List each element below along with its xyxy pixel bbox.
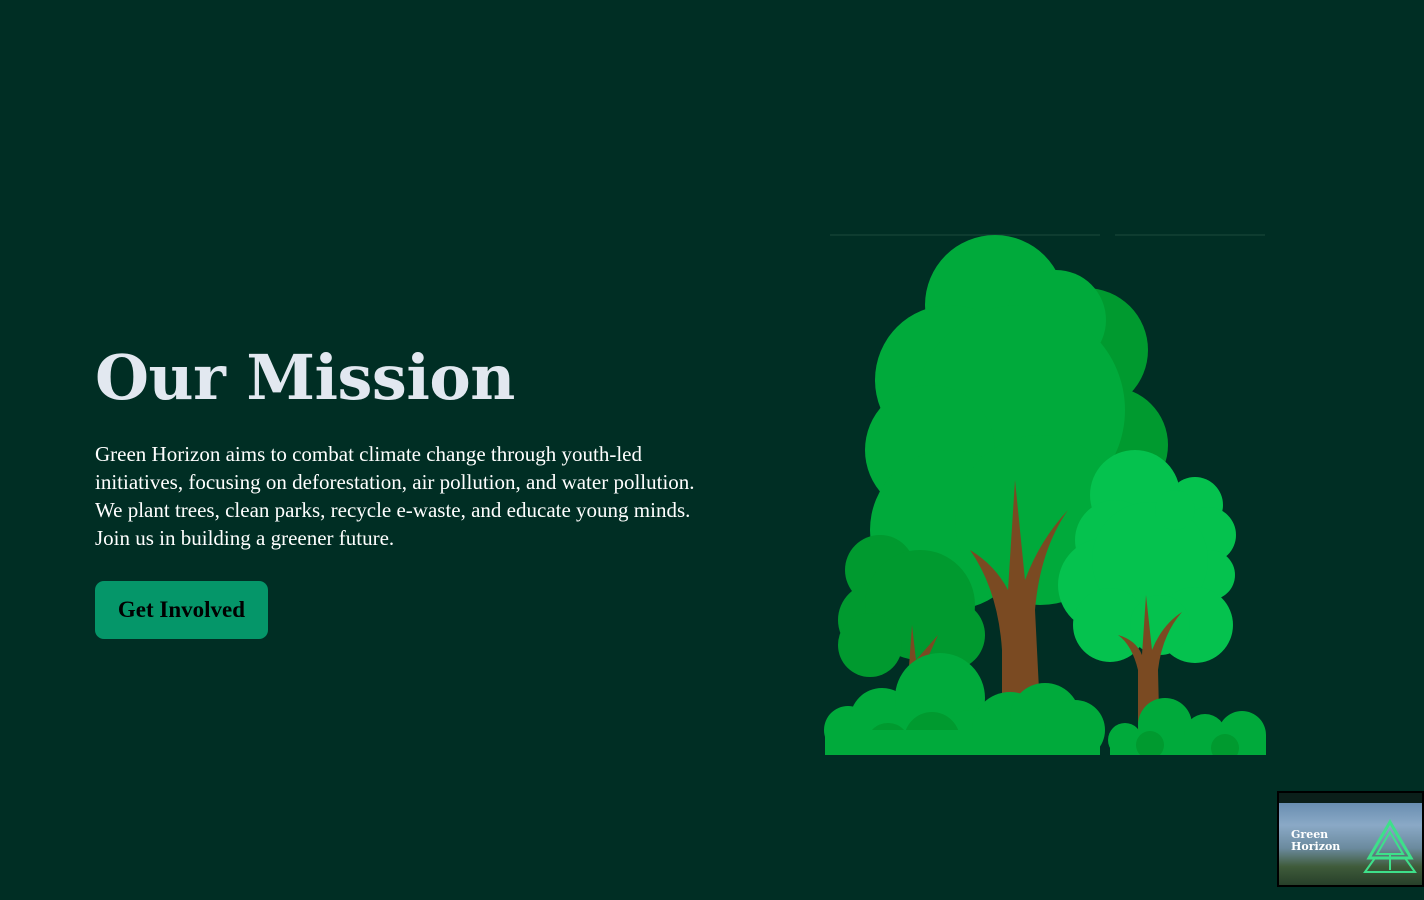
page-preview-thumbnail[interactable]: Green Horizon — [1277, 791, 1424, 887]
mission-description: Green Horizon aims to combat climate cha… — [95, 442, 695, 550]
get-involved-button[interactable]: Get Involved — [95, 581, 268, 639]
recycle-tree-icon — [1363, 819, 1417, 873]
preview-title: Green Horizon — [1291, 828, 1341, 853]
preview-nav-bar — [1279, 793, 1422, 803]
trees-illustration — [824, 234, 1266, 755]
mission-title: Our Mission — [95, 341, 515, 414]
